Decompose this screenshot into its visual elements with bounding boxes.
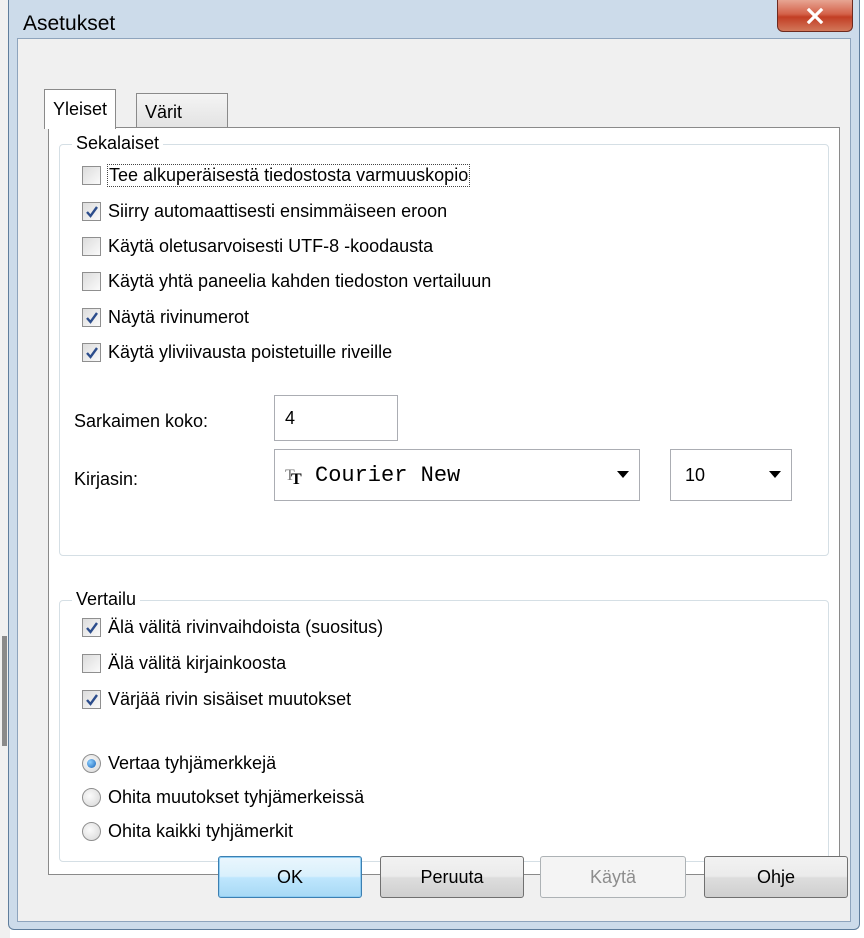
- strikethrough-checkbox-row[interactable]: Käytä yliviivausta poistetuille riveille: [82, 342, 392, 363]
- backup-checkbox[interactable]: [82, 166, 101, 185]
- general-tab-panel: Sekalaiset Tee alkuperäisestä tiedostost…: [48, 127, 840, 875]
- font-select-value: Courier New: [315, 462, 461, 488]
- compare-group: Vertailu Älä välitä rivinvaihdoista (suo…: [59, 589, 829, 862]
- line-numbers-checkbox-row[interactable]: Näytä rivinumerot: [82, 307, 249, 328]
- tab-label: Yleiset: [53, 99, 108, 119]
- chevron-down-icon: [769, 471, 781, 478]
- ignore-all-whitespace-radio[interactable]: [82, 822, 101, 841]
- apply-button[interactable]: Käytä: [540, 856, 686, 898]
- ignore-whitespace-changes-radio-row[interactable]: Ohita muutokset tyhjämerkeissä: [82, 787, 364, 808]
- compare-group-legend: Vertailu: [72, 589, 141, 610]
- backup-checkbox-row[interactable]: Tee alkuperäisestä tiedostosta varmuusko…: [82, 164, 471, 187]
- tab-size-input[interactable]: [274, 395, 398, 441]
- chevron-down-icon: [617, 471, 629, 478]
- jump-first-diff-checkbox-row[interactable]: Siirry automaattisesti ensimmäiseen eroo…: [82, 201, 447, 222]
- close-icon: [806, 7, 824, 24]
- single-pane-label: Käytä yhtä paneelia kahden tiedoston ver…: [108, 271, 492, 291]
- single-pane-checkbox[interactable]: [82, 272, 101, 291]
- strikethrough-label: Käytä yliviivausta poistetuille riveille: [108, 342, 393, 362]
- single-pane-checkbox-row[interactable]: Käytä yhtä paneelia kahden tiedoston ver…: [82, 271, 491, 292]
- checkmark-icon: [85, 205, 98, 218]
- help-button[interactable]: Ohje: [704, 856, 848, 898]
- tab-label: Värit: [145, 102, 183, 122]
- ignore-all-whitespace-radio-row[interactable]: Ohita kaikki tyhjämerkit: [82, 821, 293, 842]
- strikethrough-checkbox[interactable]: [82, 343, 101, 362]
- ignore-case-checkbox[interactable]: [82, 654, 101, 673]
- window-title: Asetukset: [23, 12, 116, 35]
- ignore-case-label: Älä välitä kirjainkoosta: [108, 653, 287, 673]
- highlight-inline-changes-label: Värjää rivin sisäiset muutokset: [108, 689, 352, 709]
- backup-label: Tee alkuperäisestä tiedostosta varmuusko…: [106, 164, 471, 187]
- highlight-inline-changes-checkbox[interactable]: [82, 690, 101, 709]
- font-size-select[interactable]: 10: [670, 449, 792, 501]
- tab-varit[interactable]: Värit: [136, 93, 228, 131]
- checkmark-icon: [85, 346, 98, 359]
- checkmark-icon: [85, 621, 98, 634]
- jump-first-diff-checkbox[interactable]: [82, 202, 101, 221]
- utf8-label: Käytä oletusarvoisesti UTF-8 -koodausta: [108, 236, 434, 256]
- tab-size-label: Sarkaimen koko:: [74, 411, 209, 431]
- checkmark-icon: [85, 693, 98, 706]
- font-size-value: 10: [685, 464, 706, 485]
- desktop-edge-mark: [2, 636, 7, 746]
- checkmark-icon: [85, 311, 98, 324]
- ignore-case-checkbox-row[interactable]: Älä välitä kirjainkoosta: [82, 653, 286, 674]
- utf8-checkbox-row[interactable]: Käytä oletusarvoisesti UTF-8 -koodausta: [82, 236, 433, 257]
- compare-whitespace-radio-row[interactable]: Vertaa tyhjämerkkejä: [82, 753, 276, 774]
- ignore-line-endings-checkbox[interactable]: [82, 618, 101, 637]
- ok-button[interactable]: OK: [218, 856, 362, 898]
- title-bar[interactable]: Asetukset: [9, 0, 859, 38]
- svg-text:T: T: [291, 471, 302, 486]
- close-button[interactable]: [777, 0, 853, 32]
- ignore-whitespace-changes-radio[interactable]: [82, 788, 101, 807]
- misc-group: Sekalaiset Tee alkuperäisestä tiedostost…: [59, 133, 829, 556]
- highlight-inline-changes-checkbox-row[interactable]: Värjää rivin sisäiset muutokset: [82, 689, 351, 710]
- cancel-button[interactable]: Peruuta: [380, 856, 524, 898]
- line-numbers-label: Näytä rivinumerot: [108, 307, 250, 327]
- radio-dot: [87, 759, 96, 768]
- dialog-client-area: Värit Yleiset Sekalaiset Tee alkuperäise…: [17, 38, 851, 922]
- ignore-line-endings-label: Älä välitä rivinvaihdoista (suositus): [108, 617, 384, 637]
- jump-first-diff-label: Siirry automaattisesti ensimmäiseen eroo…: [108, 201, 448, 221]
- misc-group-legend: Sekalaiset: [72, 133, 164, 154]
- line-numbers-checkbox[interactable]: [82, 308, 101, 327]
- compare-whitespace-radio[interactable]: [82, 754, 101, 773]
- compare-whitespace-label: Vertaa tyhjämerkkejä: [108, 753, 277, 773]
- font-label: Kirjasin:: [74, 469, 139, 489]
- tab-yleiset[interactable]: Yleiset: [44, 89, 117, 129]
- utf8-checkbox[interactable]: [82, 237, 101, 256]
- ignore-line-endings-checkbox-row[interactable]: Älä välitä rivinvaihdoista (suositus): [82, 617, 383, 638]
- ignore-all-whitespace-label: Ohita kaikki tyhjämerkit: [108, 821, 294, 841]
- font-select[interactable]: TT Courier New: [274, 449, 640, 501]
- settings-dialog: Asetukset Värit Yleiset Sekalaiset Tee a…: [8, 0, 860, 930]
- truetype-font-icon: TT: [285, 464, 305, 488]
- ignore-whitespace-changes-label: Ohita muutokset tyhjämerkeissä: [108, 787, 365, 807]
